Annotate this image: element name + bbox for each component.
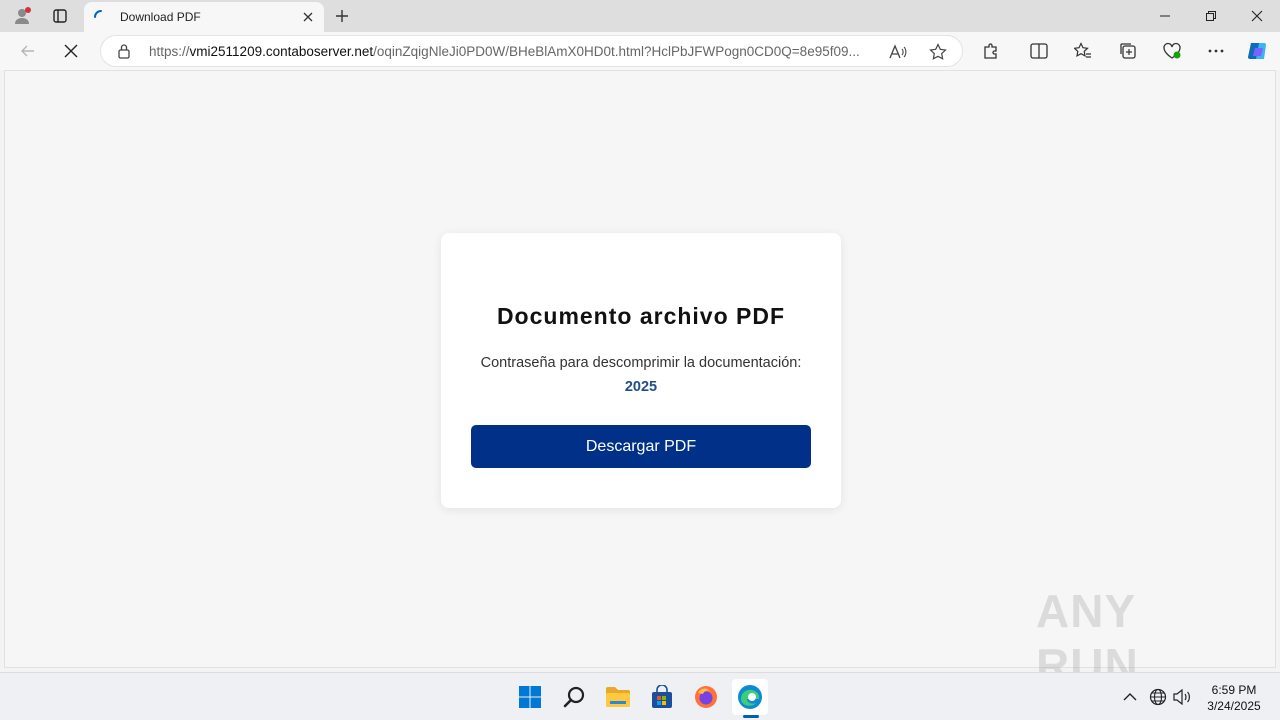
collections-button[interactable]	[1113, 37, 1143, 65]
close-icon	[1251, 10, 1263, 22]
tab-title: Download PDF	[120, 10, 201, 24]
url-text: https://vmi2511209.contaboserver.net/oqi…	[149, 44, 879, 59]
edge-icon	[738, 685, 762, 709]
settings-more-button[interactable]	[1201, 37, 1231, 65]
loading-spinner-icon	[94, 10, 102, 18]
plus-icon	[336, 10, 348, 22]
favorites-button[interactable]	[1068, 37, 1098, 65]
volume-button[interactable]	[1172, 687, 1192, 707]
page-viewport: Documento archivo PDF Contraseña para de…	[4, 70, 1276, 668]
download-pdf-button[interactable]: Descargar PDF	[471, 425, 811, 468]
back-button[interactable]	[13, 37, 43, 65]
browser-essentials-button[interactable]	[1157, 37, 1187, 65]
favorites-icon	[1074, 42, 1091, 58]
search-icon	[563, 686, 585, 708]
copilot-icon	[1248, 43, 1266, 59]
url-path: /oqinZqigNleJi0PD0W/BHeBlAmX0HD0t.html?H…	[373, 44, 860, 59]
split-screen-button[interactable]	[1024, 37, 1054, 65]
clock-date: 3/24/2025	[1207, 699, 1261, 713]
restore-button[interactable]	[1188, 0, 1234, 32]
download-card: Documento archivo PDF Contraseña para de…	[441, 233, 841, 508]
store-icon	[652, 685, 672, 708]
windows-logo-icon	[519, 686, 541, 708]
address-bar[interactable]: https://vmi2511209.contaboserver.net/oqi…	[100, 35, 963, 67]
file-explorer-button[interactable]	[600, 679, 636, 715]
tab-download-pdf[interactable]: Download PDF	[84, 2, 324, 32]
add-favorite-button[interactable]	[927, 41, 949, 63]
more-horizontal-icon	[1208, 49, 1224, 53]
active-app-indicator	[743, 715, 759, 718]
card-title: Documento archivo PDF	[496, 303, 786, 329]
search-button[interactable]	[556, 679, 592, 715]
new-tab-button[interactable]	[330, 4, 354, 28]
microsoft-store-button[interactable]	[644, 679, 680, 715]
anyrun-watermark: ANY RUN	[1036, 585, 1139, 691]
firefox-button[interactable]	[688, 679, 724, 715]
password-label: Contraseña para descomprimir la document…	[480, 355, 802, 371]
minimize-icon	[1160, 15, 1170, 17]
restore-icon	[1206, 11, 1216, 21]
tab-actions-button[interactable]	[46, 4, 74, 28]
heart-pulse-icon	[1163, 42, 1181, 59]
url-host: vmi2511209.contaboserver.net	[189, 44, 374, 59]
browser-toolbar: https://vmi2511209.contaboserver.net/oqi…	[0, 32, 1280, 70]
url-prefix: https://	[149, 44, 190, 59]
globe-icon	[1149, 688, 1167, 706]
profile-button[interactable]	[8, 4, 36, 28]
copilot-button[interactable]	[1243, 37, 1273, 65]
edge-button[interactable]	[732, 679, 768, 715]
read-aloud-button[interactable]	[887, 41, 909, 63]
collections-icon	[1120, 43, 1136, 59]
puzzle-icon	[984, 43, 997, 59]
arrow-left-icon	[21, 45, 34, 57]
minimize-button[interactable]	[1142, 0, 1188, 32]
chevron-up-icon	[1123, 693, 1137, 701]
close-icon	[64, 44, 78, 58]
firefox-icon	[695, 686, 717, 708]
folder-icon	[606, 687, 630, 707]
lock-icon	[118, 44, 130, 59]
tab-strip: Download PDF	[0, 0, 1280, 32]
speaker-icon	[1173, 689, 1190, 705]
tab-close-button[interactable]	[300, 9, 316, 25]
close-window-button[interactable]	[1234, 0, 1280, 32]
read-aloud-icon	[889, 44, 907, 59]
tab-actions-icon	[53, 9, 67, 23]
password-value: 2025	[624, 379, 658, 395]
extensions-button[interactable]	[976, 37, 1006, 65]
start-button[interactable]	[512, 679, 548, 715]
split-screen-icon	[1030, 43, 1048, 59]
system-clock[interactable]: 6:59 PM 3/24/2025	[1196, 682, 1272, 714]
star-icon	[929, 43, 947, 60]
profile-icon	[15, 7, 31, 24]
taskbar: 6:59 PM 3/24/2025	[0, 672, 1280, 720]
network-button[interactable]	[1148, 687, 1168, 707]
show-hidden-icons-button[interactable]	[1120, 687, 1140, 707]
close-icon	[303, 12, 313, 22]
stop-loading-button[interactable]	[56, 37, 86, 65]
clock-time: 6:59 PM	[1211, 683, 1257, 697]
